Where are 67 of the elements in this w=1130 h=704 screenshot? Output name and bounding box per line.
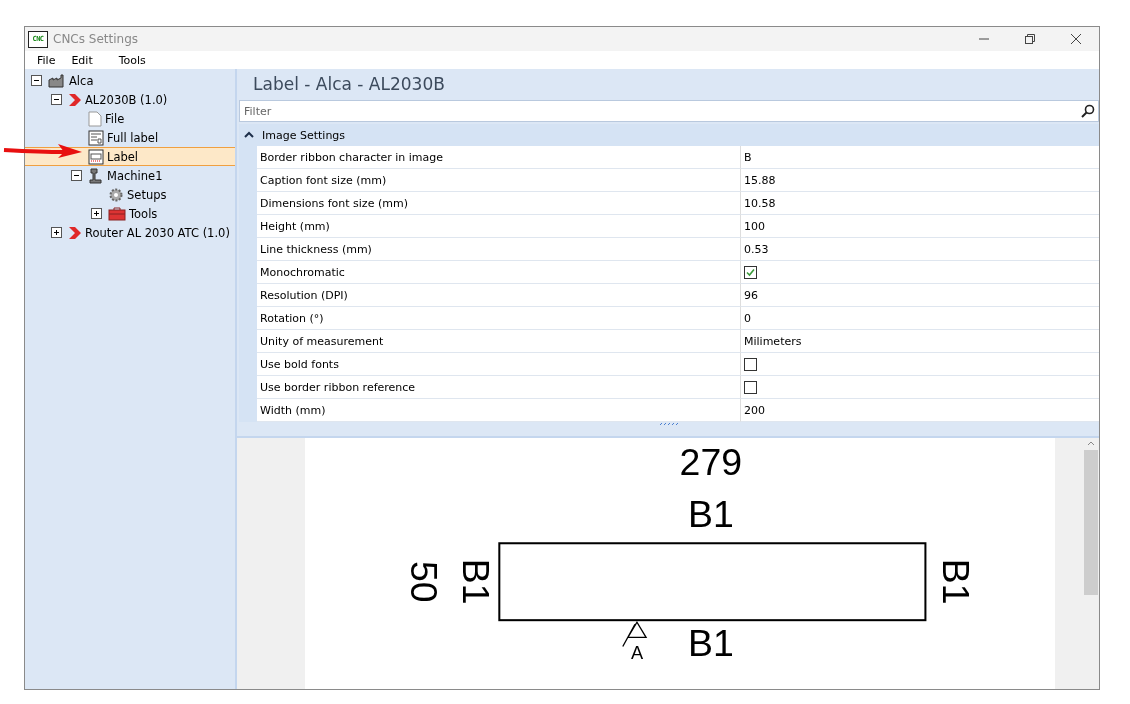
property-name: Use bold fonts bbox=[257, 353, 741, 376]
property-value[interactable]: 15.88 bbox=[741, 169, 1099, 192]
restore-icon[interactable] bbox=[1025, 34, 1035, 44]
property-name: Height (mm) bbox=[257, 215, 741, 238]
checkbox[interactable] bbox=[744, 380, 757, 394]
property-name: Resolution (DPI) bbox=[257, 284, 741, 307]
tree-item[interactable]: Machine1 bbox=[25, 166, 235, 185]
tree-item[interactable]: AL2030B (1.0) bbox=[25, 90, 235, 109]
property-name: Monochromatic bbox=[257, 261, 741, 284]
expand-icon[interactable] bbox=[91, 208, 102, 219]
collapse-icon[interactable] bbox=[71, 170, 82, 181]
ribbon-label: B1 bbox=[454, 558, 497, 605]
search-icon[interactable] bbox=[1081, 104, 1095, 118]
property-value[interactable]: Milimeters bbox=[741, 330, 1099, 353]
collapse-icon[interactable] bbox=[51, 94, 62, 105]
property-name: Width (mm) bbox=[257, 399, 741, 422]
tree-item[interactable]: Alca bbox=[25, 71, 235, 90]
tree-item[interactable]: Tools bbox=[25, 204, 235, 223]
property-name: Dimensions font size (mm) bbox=[257, 192, 741, 215]
property-value[interactable]: B bbox=[741, 146, 1099, 169]
factory-icon bbox=[48, 73, 66, 88]
tree-item[interactable]: Setups bbox=[25, 185, 235, 204]
collapse-caret-icon[interactable] bbox=[244, 131, 254, 139]
category-header[interactable]: Image Settings bbox=[239, 124, 1099, 146]
close-icon[interactable] bbox=[1071, 34, 1081, 44]
property-value[interactable]: 200 bbox=[741, 399, 1099, 422]
collapse-icon[interactable] bbox=[31, 75, 42, 86]
property-value[interactable]: 0 bbox=[741, 307, 1099, 330]
checkbox[interactable] bbox=[744, 357, 757, 371]
property-name: Caption font size (mm) bbox=[257, 169, 741, 192]
property-name: Use border ribbon reference bbox=[257, 376, 741, 399]
label-icon bbox=[88, 148, 104, 165]
chevron-icon bbox=[68, 92, 82, 107]
property-name: Border ribbon character in image bbox=[257, 146, 741, 169]
ribbon-label: B1 bbox=[687, 493, 734, 536]
expand-icon[interactable] bbox=[51, 227, 62, 238]
window-title: CNCs Settings bbox=[53, 32, 140, 46]
toolbox-icon bbox=[108, 206, 126, 221]
tree-item[interactable]: Full label bbox=[25, 128, 235, 147]
panel-title: Label - Alca - AL2030B bbox=[252, 73, 446, 96]
menu-item[interactable]: Tools bbox=[110, 53, 154, 67]
machine-icon bbox=[88, 167, 104, 184]
menu-item[interactable]: File bbox=[29, 53, 64, 67]
ribbon-label: B1 bbox=[687, 621, 734, 664]
property-value[interactable]: 96 bbox=[741, 284, 1099, 307]
checkbox[interactable] bbox=[744, 265, 757, 279]
ribbon-label: B1 bbox=[934, 558, 977, 605]
tree-item[interactable]: File bbox=[25, 109, 235, 128]
property-value[interactable]: 100 bbox=[741, 215, 1099, 238]
tree-item[interactable]: Label bbox=[25, 147, 235, 166]
menu-item[interactable]: Edit bbox=[63, 53, 101, 67]
property-name: Unity of measurement bbox=[257, 330, 741, 353]
splitter-grip[interactable] bbox=[658, 422, 678, 426]
origin-triangle-icon bbox=[622, 620, 647, 648]
gear-icon bbox=[108, 186, 124, 203]
tree-item[interactable]: Router AL 2030 ATC (1.0) bbox=[25, 223, 235, 242]
dimension-label: 279 bbox=[679, 441, 743, 484]
dimension-label: 50 bbox=[403, 560, 446, 603]
property-value[interactable]: 10.58 bbox=[741, 192, 1099, 215]
filter-field[interactable]: Filter bbox=[239, 100, 1099, 122]
page-icon bbox=[88, 110, 102, 127]
property-name: Rotation (°) bbox=[257, 307, 741, 330]
origin-label: A bbox=[630, 642, 644, 663]
property-value[interactable]: 0.53 bbox=[741, 238, 1099, 261]
document-icon bbox=[88, 129, 104, 146]
property-name: Line thickness (mm) bbox=[257, 238, 741, 261]
chevron-icon bbox=[68, 225, 82, 240]
